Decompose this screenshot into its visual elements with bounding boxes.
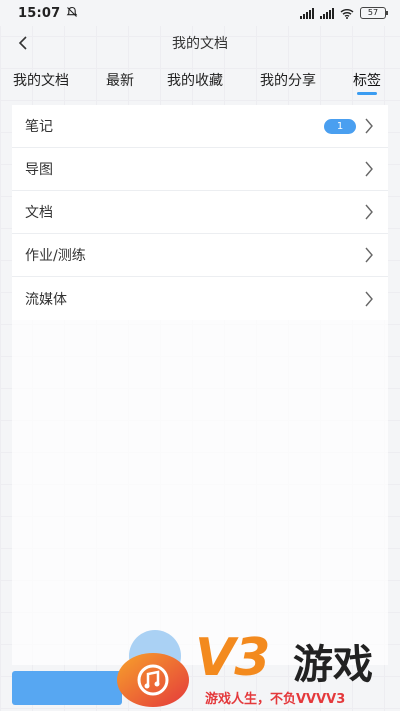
- tab-shared[interactable]: 我的分享: [260, 70, 316, 90]
- watermark-brand-suffix: 游戏: [293, 642, 373, 688]
- list-item-mindmap[interactable]: 导图: [12, 148, 388, 191]
- watermark-logo-icon: [117, 653, 189, 707]
- list-item-label: 导图: [25, 162, 53, 178]
- signal-icon: [300, 7, 314, 19]
- chevron-right-icon: [365, 118, 373, 134]
- tab-favorites[interactable]: 我的收藏: [167, 70, 223, 90]
- list-item-label: 笔记: [25, 119, 53, 135]
- list-item-notes[interactable]: 笔记 1: [12, 105, 388, 148]
- chevron-right-icon: [365, 291, 373, 306]
- list-item-label: 流媒体: [25, 291, 67, 308]
- signal-icon: [320, 7, 334, 19]
- status-bar: 15:07 57: [0, 0, 400, 26]
- tag-list: 笔记 1 导图 文档 作业/测练 流媒体: [12, 105, 388, 320]
- tab-latest[interactable]: 最新: [106, 70, 134, 90]
- chevron-left-icon: [18, 36, 27, 50]
- header: 我的文档: [0, 26, 400, 60]
- tab-my-documents[interactable]: 我的文档: [13, 70, 69, 90]
- chevron-right-icon: [365, 204, 373, 220]
- status-time: 15:07: [18, 5, 61, 21]
- page-title: 我的文档: [172, 36, 228, 52]
- list-item-homework[interactable]: 作业/测练: [12, 234, 388, 277]
- list-item-streaming[interactable]: 流媒体: [12, 277, 388, 320]
- watermark: V3 游戏 游戏人生，不负VVVV3: [115, 628, 400, 711]
- list-item-label: 文档: [25, 205, 53, 221]
- list-item-documents[interactable]: 文档: [12, 191, 388, 234]
- battery-icon: 57: [360, 7, 388, 19]
- watermark-brand: V3: [195, 628, 270, 688]
- bottom-action-button[interactable]: [12, 671, 122, 705]
- mute-bell-icon: [66, 6, 78, 21]
- count-badge: 1: [324, 118, 356, 134]
- chevron-right-icon: [365, 247, 373, 263]
- active-tab-indicator: [357, 92, 377, 95]
- status-icons: 57: [300, 7, 388, 19]
- watermark-slogan: 游戏人生，不负VVVV3: [205, 692, 346, 707]
- wifi-icon: [340, 8, 354, 19]
- chevron-right-icon: [365, 161, 373, 177]
- list-item-label: 作业/测练: [25, 248, 86, 264]
- tab-tags[interactable]: 标签: [353, 70, 381, 90]
- tab-bar: 我的文档 最新 我的收藏 我的分享 标签: [0, 60, 400, 100]
- back-button[interactable]: [12, 32, 34, 54]
